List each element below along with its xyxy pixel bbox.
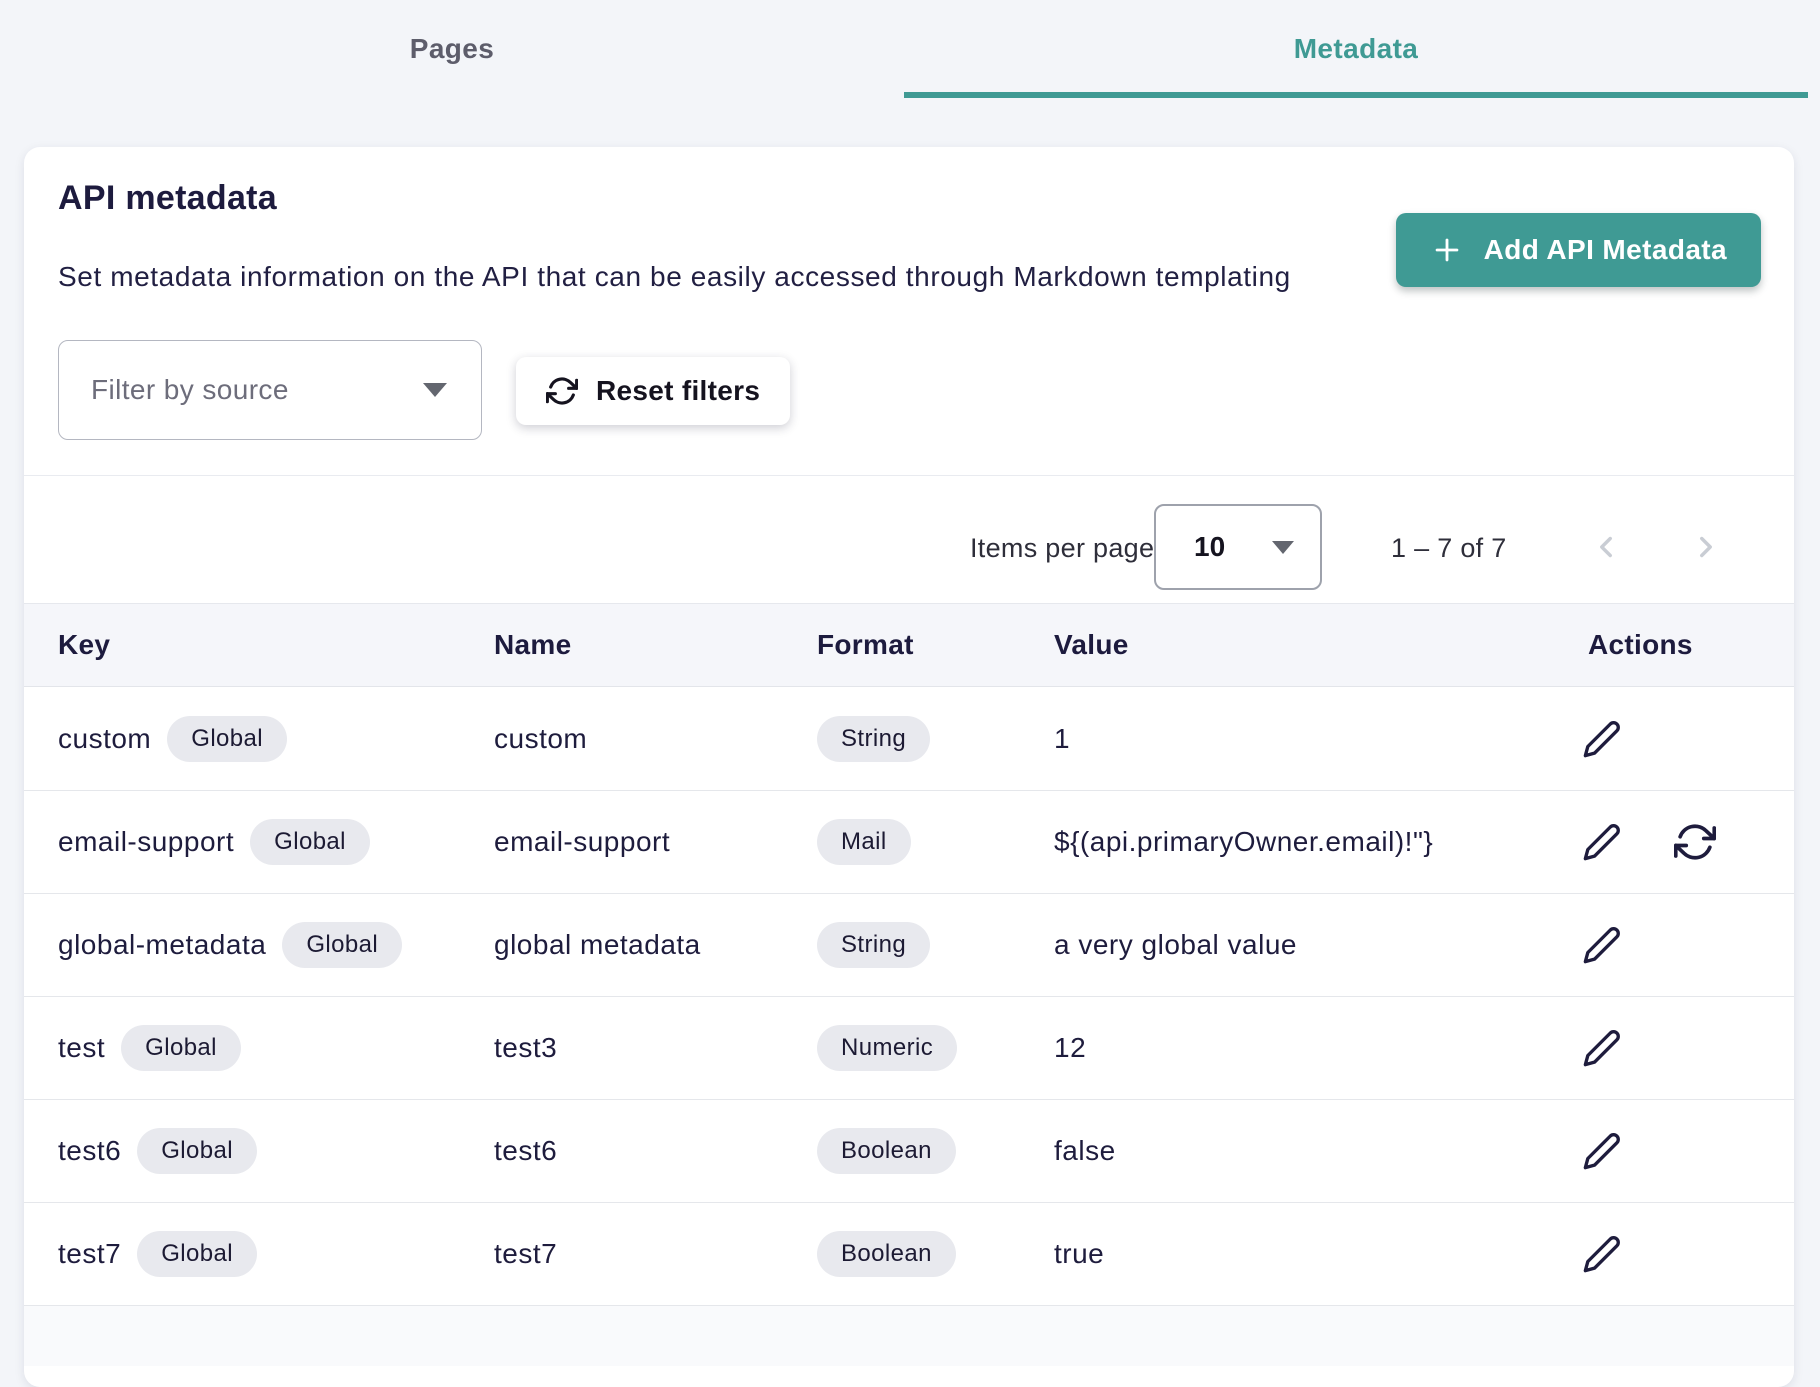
pencil-icon	[1582, 822, 1622, 862]
metadata-key: email-support	[58, 826, 234, 858]
caret-down-icon	[1272, 541, 1294, 554]
reset-filters-label: Reset filters	[596, 375, 760, 407]
caret-down-icon	[423, 383, 447, 397]
next-page-button[interactable]	[1684, 525, 1728, 569]
edit-button[interactable]	[1582, 1131, 1622, 1171]
table-row: global-metadata Global global metadata S…	[24, 894, 1794, 997]
table-row: custom Global custom String 1	[24, 688, 1794, 791]
edit-button[interactable]	[1582, 1028, 1622, 1068]
metadata-name: email-support	[494, 826, 670, 857]
tab-metadata-label: Metadata	[1294, 33, 1419, 65]
column-header-actions: Actions	[1564, 629, 1794, 661]
table-header: Key Name Format Value Actions	[24, 603, 1794, 687]
table-row: test7 Global test7 Boolean true	[24, 1203, 1794, 1306]
pencil-icon	[1582, 1028, 1622, 1068]
global-badge: Global	[121, 1025, 241, 1071]
format-badge: Boolean	[817, 1231, 956, 1277]
edit-button[interactable]	[1582, 822, 1622, 862]
metadata-value: 1	[1054, 723, 1070, 754]
edit-button[interactable]	[1582, 719, 1622, 759]
api-metadata-card: API metadata Set metadata information on…	[24, 147, 1794, 1387]
filter-by-source-select[interactable]: Filter by source	[58, 340, 482, 440]
global-badge: Global	[137, 1128, 257, 1174]
metadata-name: custom	[494, 723, 587, 754]
column-header-format: Format	[817, 629, 1054, 661]
edit-button[interactable]	[1582, 925, 1622, 965]
tab-pages[interactable]: Pages	[0, 0, 904, 98]
format-badge: String	[817, 716, 930, 762]
metadata-key: custom	[58, 723, 151, 755]
add-api-metadata-button[interactable]: Add API Metadata	[1396, 213, 1761, 287]
doc-tabs: Pages Metadata	[0, 0, 1808, 98]
previous-page-button[interactable]	[1584, 525, 1628, 569]
metadata-value: false	[1054, 1135, 1116, 1166]
items-per-page-label: Items per page:	[970, 533, 1162, 564]
tab-pages-label: Pages	[410, 33, 495, 65]
metadata-name: test6	[494, 1135, 557, 1166]
metadata-value: 12	[1054, 1032, 1086, 1063]
column-header-value: Value	[1054, 629, 1564, 661]
metadata-value: true	[1054, 1238, 1104, 1269]
plus-icon	[1430, 233, 1464, 267]
pencil-icon	[1582, 719, 1622, 759]
tab-metadata[interactable]: Metadata	[904, 0, 1808, 98]
pagination-divider	[24, 475, 1794, 476]
global-badge: Global	[282, 922, 402, 968]
chevron-right-icon	[1689, 530, 1723, 564]
metadata-value: ${(api.primaryOwner.email)!"}	[1054, 826, 1433, 857]
format-badge: Numeric	[817, 1025, 957, 1071]
renew-button[interactable]	[1674, 821, 1716, 863]
pagination-range-label: 1 – 7 of 7	[1391, 533, 1507, 564]
page-size-value: 10	[1194, 531, 1225, 563]
metadata-name: test3	[494, 1032, 557, 1063]
page-subtitle: Set metadata information on the API that…	[58, 261, 1291, 293]
metadata-key: test6	[58, 1135, 121, 1167]
add-api-metadata-label: Add API Metadata	[1484, 234, 1727, 266]
metadata-key: global-metadata	[58, 929, 266, 961]
format-badge: Mail	[817, 819, 911, 865]
pencil-icon	[1582, 925, 1622, 965]
metadata-key: test	[58, 1032, 105, 1064]
column-header-name: Name	[494, 629, 817, 661]
metadata-key: test7	[58, 1238, 121, 1270]
reset-filters-button[interactable]: Reset filters	[516, 357, 790, 425]
global-badge: Global	[167, 716, 287, 762]
pencil-icon	[1582, 1234, 1622, 1274]
table-row: test Global test3 Numeric 12	[24, 997, 1794, 1100]
refresh-icon	[546, 375, 578, 407]
edit-button[interactable]	[1582, 1234, 1622, 1274]
global-badge: Global	[137, 1231, 257, 1277]
metadata-name: test7	[494, 1238, 557, 1269]
table-row: email-support Global email-support Mail …	[24, 791, 1794, 894]
pencil-icon	[1582, 1131, 1622, 1171]
chevron-left-icon	[1589, 530, 1623, 564]
column-header-key: Key	[24, 629, 494, 661]
filter-by-source-placeholder: Filter by source	[91, 374, 289, 406]
page-size-select[interactable]: 10	[1154, 504, 1322, 590]
refresh-icon	[1674, 821, 1716, 863]
metadata-name: global metadata	[494, 929, 701, 960]
table-body: custom Global custom String 1 email-supp…	[24, 688, 1794, 1366]
format-badge: String	[817, 922, 930, 968]
page-title: API metadata	[58, 179, 277, 218]
table-row-partial	[24, 1306, 1794, 1366]
global-badge: Global	[250, 819, 370, 865]
table-row: test6 Global test6 Boolean false	[24, 1100, 1794, 1203]
metadata-value: a very global value	[1054, 929, 1297, 960]
format-badge: Boolean	[817, 1128, 956, 1174]
